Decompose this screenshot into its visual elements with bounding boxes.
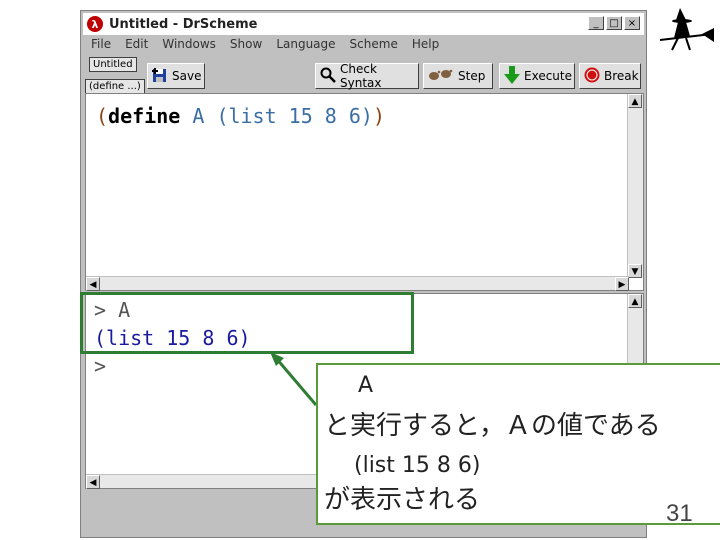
callout-line-displayed: が表示される <box>324 485 481 515</box>
page-number: 31 <box>666 500 693 527</box>
callout-line-execute: と実行すると，Ａの値である <box>324 411 661 441</box>
callout-line-list: (list 15 8 6) <box>354 453 481 478</box>
explanation-callout: A と実行すると，Ａの値である (list 15 8 6) が表示される <box>316 363 720 525</box>
callout-line-a: A <box>358 373 374 398</box>
